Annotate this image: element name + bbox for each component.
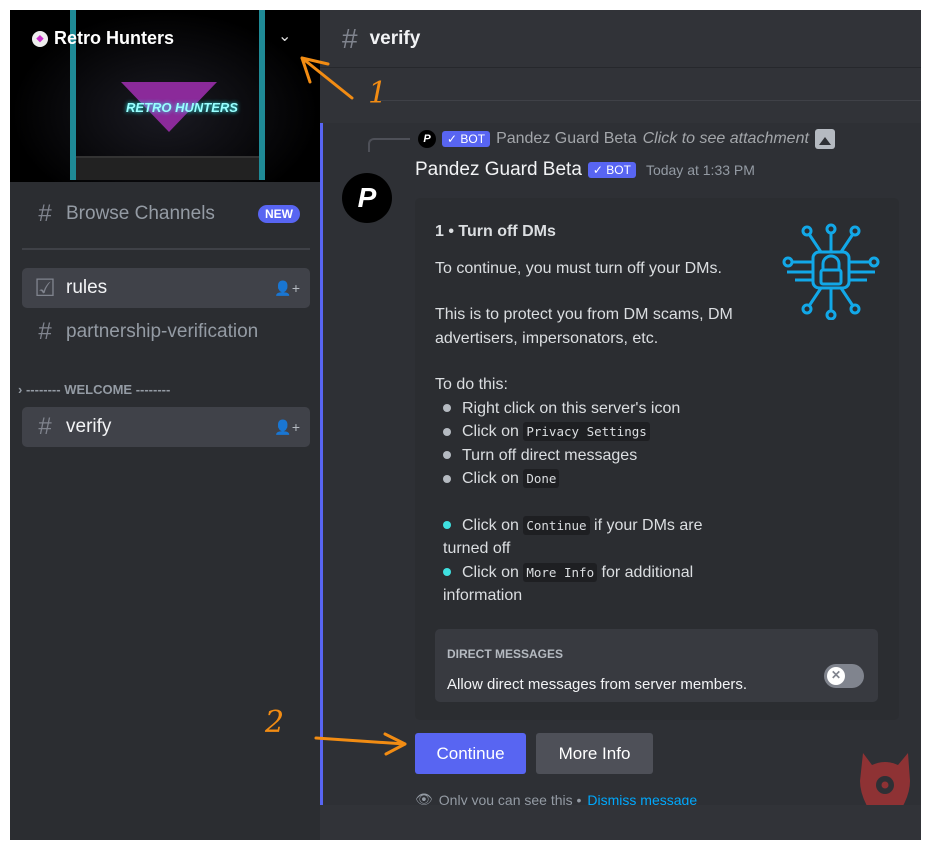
annotation-1: 1 [368,76,388,111]
annotation-arrows [300,56,407,756]
annotation-2: 2 [265,705,285,740]
